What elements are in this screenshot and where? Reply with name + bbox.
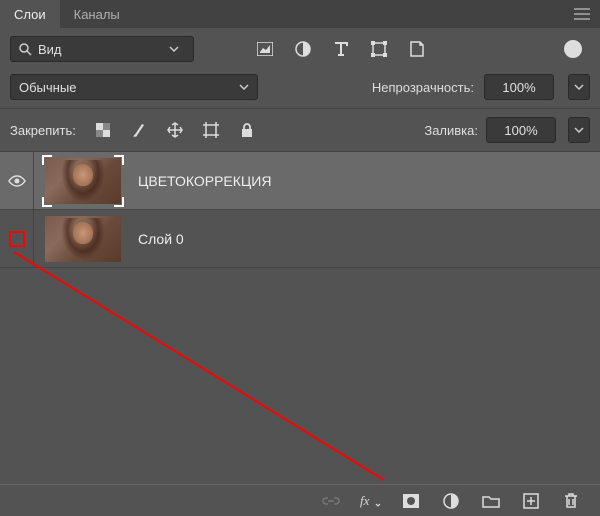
layer-mask-icon[interactable] (398, 488, 424, 514)
layers-panel: Слои Каналы (0, 0, 600, 516)
svg-text:fx: fx (360, 494, 370, 508)
layer-name[interactable]: ЦВЕТОКОРРЕКЦИЯ (138, 173, 271, 189)
link-layers-icon[interactable] (318, 488, 344, 514)
chevron-down-icon (574, 84, 584, 90)
filter-adjustment-icon[interactable] (290, 36, 316, 62)
layer-row[interactable]: Слой 0 (0, 210, 600, 268)
new-layer-icon[interactable] (518, 488, 544, 514)
filter-toolbar (0, 28, 600, 70)
filter-pixel-icon[interactable] (252, 36, 278, 62)
filter-toggle[interactable] (564, 40, 582, 58)
panel-menu-icon[interactable] (574, 8, 590, 20)
filter-type-icon[interactable] (328, 36, 354, 62)
annotation-arrow (0, 252, 394, 484)
chevron-down-icon (574, 127, 584, 133)
filter-value[interactable] (38, 42, 169, 57)
visibility-column (0, 152, 34, 209)
bottom-toolbar: fx (0, 484, 600, 516)
layer-filter-dropdown[interactable] (10, 36, 194, 62)
lock-artboard-icon[interactable] (198, 117, 224, 143)
visibility-toggle[interactable] (8, 175, 26, 187)
filter-shape-icon[interactable] (366, 36, 392, 62)
layer-style-icon[interactable]: fx (358, 488, 384, 514)
layer-thumbnail[interactable] (45, 216, 121, 262)
opacity-value-field[interactable]: 100% (484, 74, 554, 100)
layer-name[interactable]: Слой 0 (138, 231, 184, 247)
layer-thumbnail[interactable] (45, 158, 121, 204)
fill-label: Заливка: (424, 123, 478, 138)
layer-thumbnail-wrap (44, 215, 122, 263)
adjustment-layer-icon[interactable] (438, 488, 464, 514)
lock-all-icon[interactable] (234, 117, 260, 143)
lock-fill-row: Закрепить: Заливка: 100% (0, 109, 600, 152)
fill-value: 100% (504, 123, 537, 138)
visibility-column (0, 210, 34, 267)
fill-dropdown-button[interactable] (568, 117, 590, 143)
tab-bar: Слои Каналы (0, 0, 600, 28)
tab-layers[interactable]: Слои (0, 0, 60, 28)
fill-value-field[interactable]: 100% (486, 117, 556, 143)
opacity-dropdown-button[interactable] (568, 74, 590, 100)
eye-icon (8, 175, 26, 187)
chevron-down-icon (239, 84, 249, 90)
tab-channels[interactable]: Каналы (60, 0, 134, 28)
delete-layer-icon[interactable] (558, 488, 584, 514)
new-group-icon[interactable] (478, 488, 504, 514)
layer-row[interactable]: ЦВЕТОКОРРЕКЦИЯ (0, 152, 600, 210)
lock-label: Закрепить: (10, 123, 76, 138)
layer-thumbnail-wrap (44, 157, 122, 205)
lock-transparency-icon[interactable] (90, 117, 116, 143)
opacity-label: Непрозрачность: (372, 80, 474, 95)
filter-type-icons (252, 36, 430, 62)
lock-position-icon[interactable] (162, 117, 188, 143)
blend-opacity-row: Обычные Непрозрачность: 100% (0, 70, 600, 109)
blend-mode-value: Обычные (19, 80, 76, 95)
search-icon (19, 43, 32, 56)
visibility-toggle-off-highlighted[interactable] (9, 231, 25, 247)
blend-mode-dropdown[interactable]: Обычные (10, 74, 258, 100)
lock-icons (90, 117, 260, 143)
filter-smartobject-icon[interactable] (404, 36, 430, 62)
lock-pixels-icon[interactable] (126, 117, 152, 143)
chevron-down-icon (169, 46, 179, 52)
opacity-value: 100% (502, 80, 535, 95)
layer-list: ЦВЕТОКОРРЕКЦИЯ Слой 0 (0, 152, 600, 484)
